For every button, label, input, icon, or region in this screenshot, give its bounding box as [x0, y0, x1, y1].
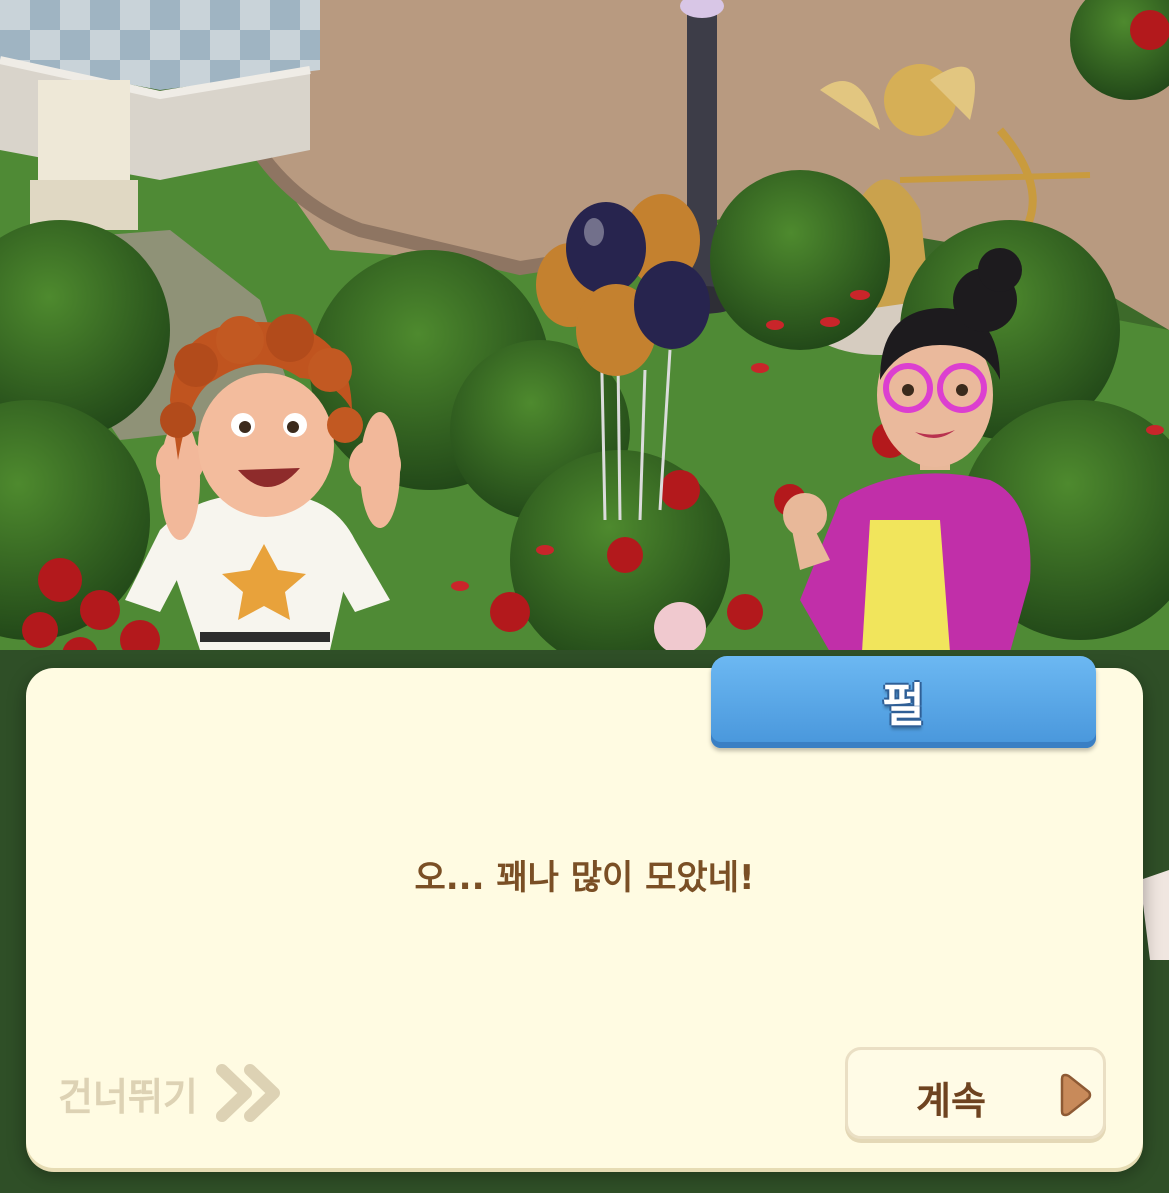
skip-button[interactable]: 건너뛰기	[58, 1062, 282, 1124]
continue-label: 계속	[916, 1079, 986, 1123]
dialog-text: 오... 꽤나 많이 모았네!	[414, 858, 755, 898]
play-triangle-icon	[1060, 1073, 1092, 1117]
skip-label: 건너뛰기	[58, 1074, 198, 1119]
double-chevron-right-icon	[215, 1064, 280, 1122]
speaker-name-tab: 펄	[711, 656, 1096, 748]
continue-button[interactable]: 계속	[845, 1047, 1106, 1139]
speaker-name: 펄	[882, 678, 925, 732]
